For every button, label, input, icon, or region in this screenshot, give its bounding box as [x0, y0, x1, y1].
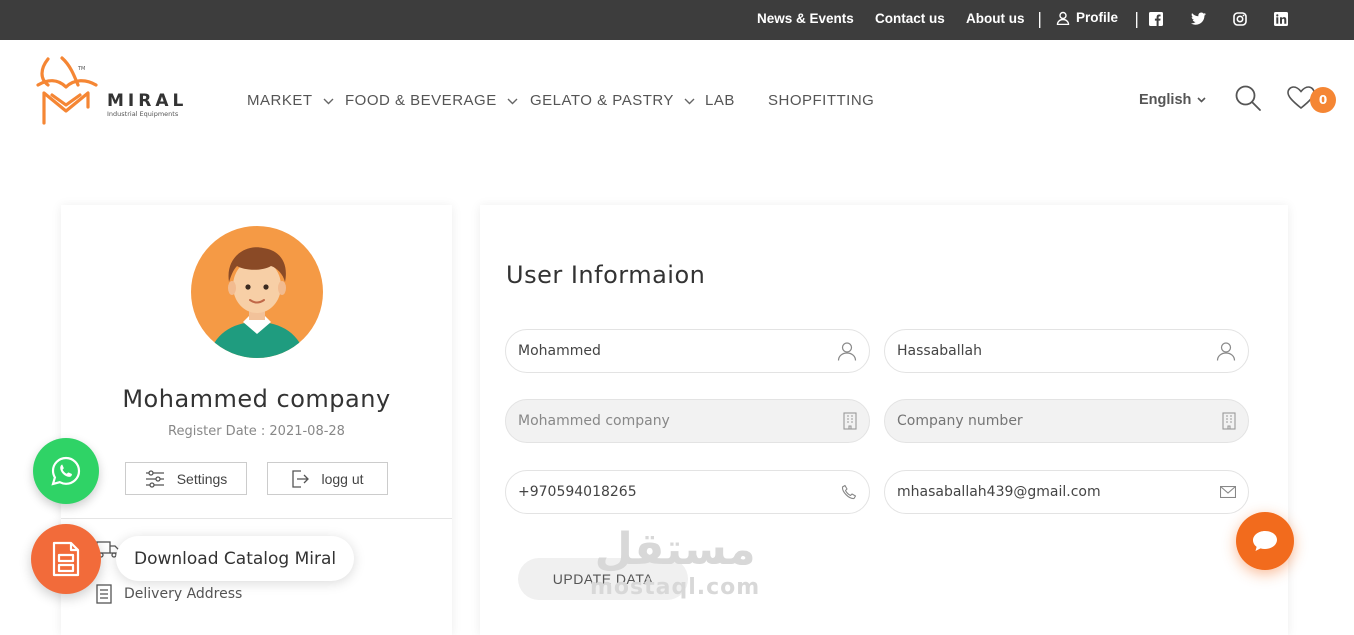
- whatsapp-button[interactable]: [33, 438, 99, 504]
- topbar-separator-2: |: [1134, 9, 1140, 28]
- user-icon: [1216, 342, 1236, 361]
- avatar-illustration: [191, 226, 323, 358]
- download-catalog-label[interactable]: Download Catalog Miral: [116, 536, 355, 581]
- document-icon: [96, 584, 112, 604]
- nav-lab[interactable]: LAB: [705, 92, 735, 109]
- chat-bubble-icon: [1253, 531, 1277, 551]
- main-header: TM MIRAL Industrial Equipments MARKET FO…: [0, 40, 1354, 165]
- search-icon[interactable]: [1234, 84, 1262, 112]
- wishlist-count-badge: 0: [1310, 87, 1336, 113]
- user-icon: [837, 342, 857, 361]
- nav-gelato-pastry[interactable]: GELATO & PASTRY: [530, 92, 695, 109]
- top-bar: News & Events Contact us About us | Prof…: [0, 0, 1354, 40]
- menu-item-label: Delivery Address: [124, 586, 243, 602]
- logout-button[interactable]: logg ut: [267, 462, 388, 495]
- trademark: TM: [78, 66, 86, 72]
- instagram-icon[interactable]: [1233, 12, 1247, 26]
- topbar-separator: |: [1037, 9, 1043, 28]
- watermark-latin: mostaql.com: [590, 575, 761, 600]
- brand-name: MIRAL: [107, 91, 188, 111]
- company-number-input[interactable]: [897, 413, 1197, 429]
- last-name-input[interactable]: [897, 343, 1197, 359]
- linkedin-icon[interactable]: [1274, 12, 1288, 26]
- document-icon: [52, 541, 80, 577]
- settings-button[interactable]: Settings: [125, 462, 247, 495]
- phone-field[interactable]: [505, 470, 870, 514]
- language-label: English: [1139, 92, 1192, 108]
- company-number-field[interactable]: [884, 399, 1249, 443]
- email-input[interactable]: [897, 484, 1197, 500]
- nav-label: LAB: [705, 92, 735, 109]
- email-field[interactable]: [884, 470, 1249, 514]
- miral-logo[interactable]: TM MIRAL Industrial Equipments: [34, 55, 194, 127]
- user-icon: [1056, 11, 1070, 25]
- nav-shopfitting[interactable]: SHOPFITTING: [768, 92, 874, 109]
- user-info-title: User Informaion: [506, 261, 706, 289]
- company-name: Mohammed company: [122, 385, 391, 413]
- avatar: [191, 226, 323, 358]
- nav-label: GELATO & PASTRY: [530, 92, 674, 109]
- first-name-input[interactable]: [518, 343, 818, 359]
- sliders-icon: [145, 469, 164, 488]
- whatsapp-icon: [51, 456, 81, 486]
- chevron-down-icon: [1197, 97, 1206, 103]
- chevron-down-icon: [507, 98, 518, 105]
- last-name-field[interactable]: [884, 329, 1249, 373]
- facebook-icon[interactable]: [1149, 12, 1163, 26]
- profile-label: Profile: [1076, 10, 1119, 25]
- twitter-icon[interactable]: [1191, 12, 1206, 26]
- brand-tagline: Industrial Equipments: [107, 110, 179, 118]
- company-name-field: [505, 399, 870, 443]
- first-name-field[interactable]: [505, 329, 870, 373]
- contact-us-link[interactable]: Contact us: [875, 11, 945, 26]
- chevron-down-icon: [323, 98, 334, 105]
- settings-label: Settings: [176, 470, 228, 487]
- menu-item-delivery-address[interactable]: Delivery Address: [96, 584, 242, 604]
- about-us-link[interactable]: About us: [966, 11, 1025, 26]
- profile-link[interactable]: Profile: [1056, 10, 1118, 25]
- nav-label: FOOD & BEVERAGE: [345, 92, 497, 109]
- chevron-down-icon: [684, 98, 695, 105]
- nav-food-beverage[interactable]: FOOD & BEVERAGE: [345, 92, 518, 109]
- phone-icon: [841, 484, 857, 500]
- logout-label: logg ut: [321, 470, 364, 487]
- download-catalog-button[interactable]: [31, 524, 101, 594]
- building-icon: [1222, 412, 1236, 430]
- logout-icon: [292, 469, 310, 488]
- envelope-icon: [1220, 486, 1236, 498]
- company-name-input: [518, 413, 818, 429]
- nav-market[interactable]: MARKET: [247, 92, 334, 109]
- watermark: مستقل mostaql.com: [590, 524, 761, 601]
- building-icon: [843, 412, 857, 430]
- logo-mark-icon: [36, 56, 98, 125]
- nav-label: MARKET: [247, 92, 313, 109]
- nav-label: SHOPFITTING: [768, 92, 875, 109]
- divider: [61, 518, 452, 519]
- chat-button[interactable]: [1236, 512, 1294, 570]
- language-selector[interactable]: English: [1139, 92, 1206, 108]
- register-date: Register Date : 2021-08-28: [168, 424, 345, 439]
- news-events-link[interactable]: News & Events: [757, 11, 854, 26]
- watermark-arabic: مستقل: [594, 524, 756, 575]
- phone-input[interactable]: [518, 484, 818, 500]
